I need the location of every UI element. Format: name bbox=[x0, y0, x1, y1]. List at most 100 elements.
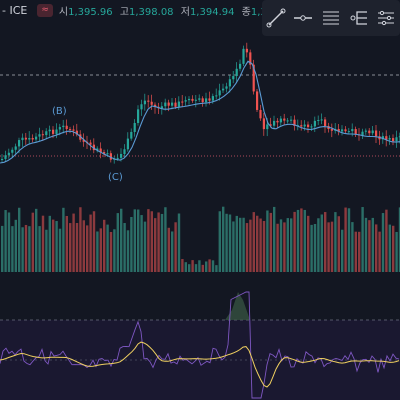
volume-bar bbox=[133, 209, 136, 272]
horizontal-line-tool-icon[interactable] bbox=[291, 6, 315, 30]
candle-body bbox=[48, 129, 51, 132]
volume-bar bbox=[341, 229, 344, 272]
low-value: 1,394.94 bbox=[189, 6, 235, 18]
volume-bar bbox=[307, 215, 310, 272]
volume-bar bbox=[69, 223, 72, 272]
volume-bar bbox=[28, 226, 31, 272]
candle-body bbox=[225, 86, 228, 89]
candle-body bbox=[188, 98, 191, 101]
high-value: 1,398.08 bbox=[129, 6, 174, 18]
ohlc-readout: 시1,395.96 고1,398.08 저1,394.94 종1,396.7 bbox=[59, 3, 293, 18]
volume-bar bbox=[160, 213, 164, 272]
volume-bar bbox=[171, 231, 174, 272]
candle-body bbox=[167, 102, 170, 106]
volume-bar bbox=[252, 212, 255, 272]
candle-body bbox=[368, 130, 371, 134]
trend-line-tool-icon[interactable] bbox=[264, 6, 288, 30]
candle-body bbox=[116, 157, 119, 159]
volume-bar bbox=[24, 224, 28, 272]
candle-body bbox=[147, 100, 150, 102]
volume-bar bbox=[140, 215, 143, 272]
volume-bar bbox=[300, 208, 303, 272]
volume-bar bbox=[310, 224, 313, 272]
volume-bar bbox=[313, 224, 317, 272]
volume-bar bbox=[7, 212, 11, 272]
wave-label-c: (C) bbox=[108, 172, 123, 183]
volume-bar bbox=[103, 219, 106, 272]
volume-bar bbox=[296, 209, 300, 272]
candle-body bbox=[215, 95, 218, 97]
candle-body bbox=[160, 106, 163, 109]
candle-body bbox=[106, 153, 109, 155]
candle-body bbox=[191, 98, 194, 101]
volume-bar bbox=[245, 223, 249, 272]
candle-body bbox=[256, 91, 259, 110]
volume-bar bbox=[293, 211, 296, 272]
candle-body bbox=[174, 102, 177, 107]
candle-body bbox=[375, 130, 378, 137]
candle-body bbox=[364, 130, 367, 132]
volume-bar bbox=[205, 261, 208, 272]
candle-body bbox=[344, 129, 347, 132]
volume-bar bbox=[11, 226, 14, 272]
volume-bar bbox=[157, 212, 160, 272]
multi-line-tool-icon[interactable] bbox=[374, 6, 398, 30]
wave-icon[interactable]: ≈ bbox=[37, 3, 53, 17]
candle-body bbox=[198, 98, 201, 100]
candle-body bbox=[262, 118, 265, 130]
candle-body bbox=[55, 129, 58, 134]
volume-bar bbox=[347, 208, 351, 272]
candle-body bbox=[171, 102, 174, 106]
candle-body bbox=[351, 129, 354, 132]
candle-body bbox=[24, 137, 27, 140]
price-chart[interactable] bbox=[0, 0, 400, 400]
fib-retracement-tool-icon[interactable] bbox=[319, 6, 343, 30]
volume-bar bbox=[79, 207, 82, 272]
candle-body bbox=[279, 118, 282, 123]
volume-bar bbox=[385, 209, 388, 272]
volume-bar bbox=[116, 213, 119, 272]
volume-bar bbox=[120, 208, 123, 272]
volume-bar bbox=[181, 259, 184, 272]
candle-body bbox=[72, 129, 75, 131]
candle-body bbox=[245, 48, 248, 53]
candle-body bbox=[14, 146, 17, 150]
candle-body bbox=[205, 98, 208, 103]
candle-body bbox=[303, 124, 306, 127]
volume-bar bbox=[215, 265, 218, 272]
volume-bar bbox=[211, 260, 215, 272]
volume-bar bbox=[239, 217, 242, 272]
volume-bar bbox=[232, 221, 235, 272]
volume-bar bbox=[276, 223, 279, 272]
fork-tool-icon[interactable] bbox=[347, 6, 371, 30]
candle-body bbox=[388, 138, 391, 140]
candle-body bbox=[31, 138, 34, 140]
candle-body bbox=[300, 125, 303, 127]
candle-body bbox=[184, 100, 187, 102]
volume-bar bbox=[392, 225, 395, 272]
volume-bar bbox=[52, 219, 55, 272]
volume-bar bbox=[99, 228, 102, 272]
volume-bar bbox=[378, 231, 381, 272]
volume-bar bbox=[174, 222, 177, 272]
volume-bar bbox=[361, 207, 364, 272]
volume-bar bbox=[14, 219, 17, 272]
symbol-label[interactable]: - ICE bbox=[2, 4, 27, 17]
candle-body bbox=[320, 119, 323, 121]
candle-body bbox=[4, 155, 7, 159]
volume-bar bbox=[381, 213, 385, 272]
volume-bar bbox=[72, 213, 75, 272]
volume-bar bbox=[290, 218, 293, 272]
open-value: 1,395.96 bbox=[68, 6, 113, 18]
volume-bar bbox=[62, 207, 65, 272]
volume-bar bbox=[143, 221, 147, 272]
volume-bar bbox=[320, 214, 323, 272]
volume-bar bbox=[126, 230, 130, 272]
volume-bar bbox=[184, 262, 187, 272]
volume-bar bbox=[194, 264, 198, 272]
volume-bar bbox=[86, 225, 89, 272]
volume-bar bbox=[249, 219, 252, 272]
volume-bar bbox=[38, 226, 41, 272]
candle-body bbox=[310, 126, 313, 128]
volume-bar bbox=[327, 222, 330, 272]
